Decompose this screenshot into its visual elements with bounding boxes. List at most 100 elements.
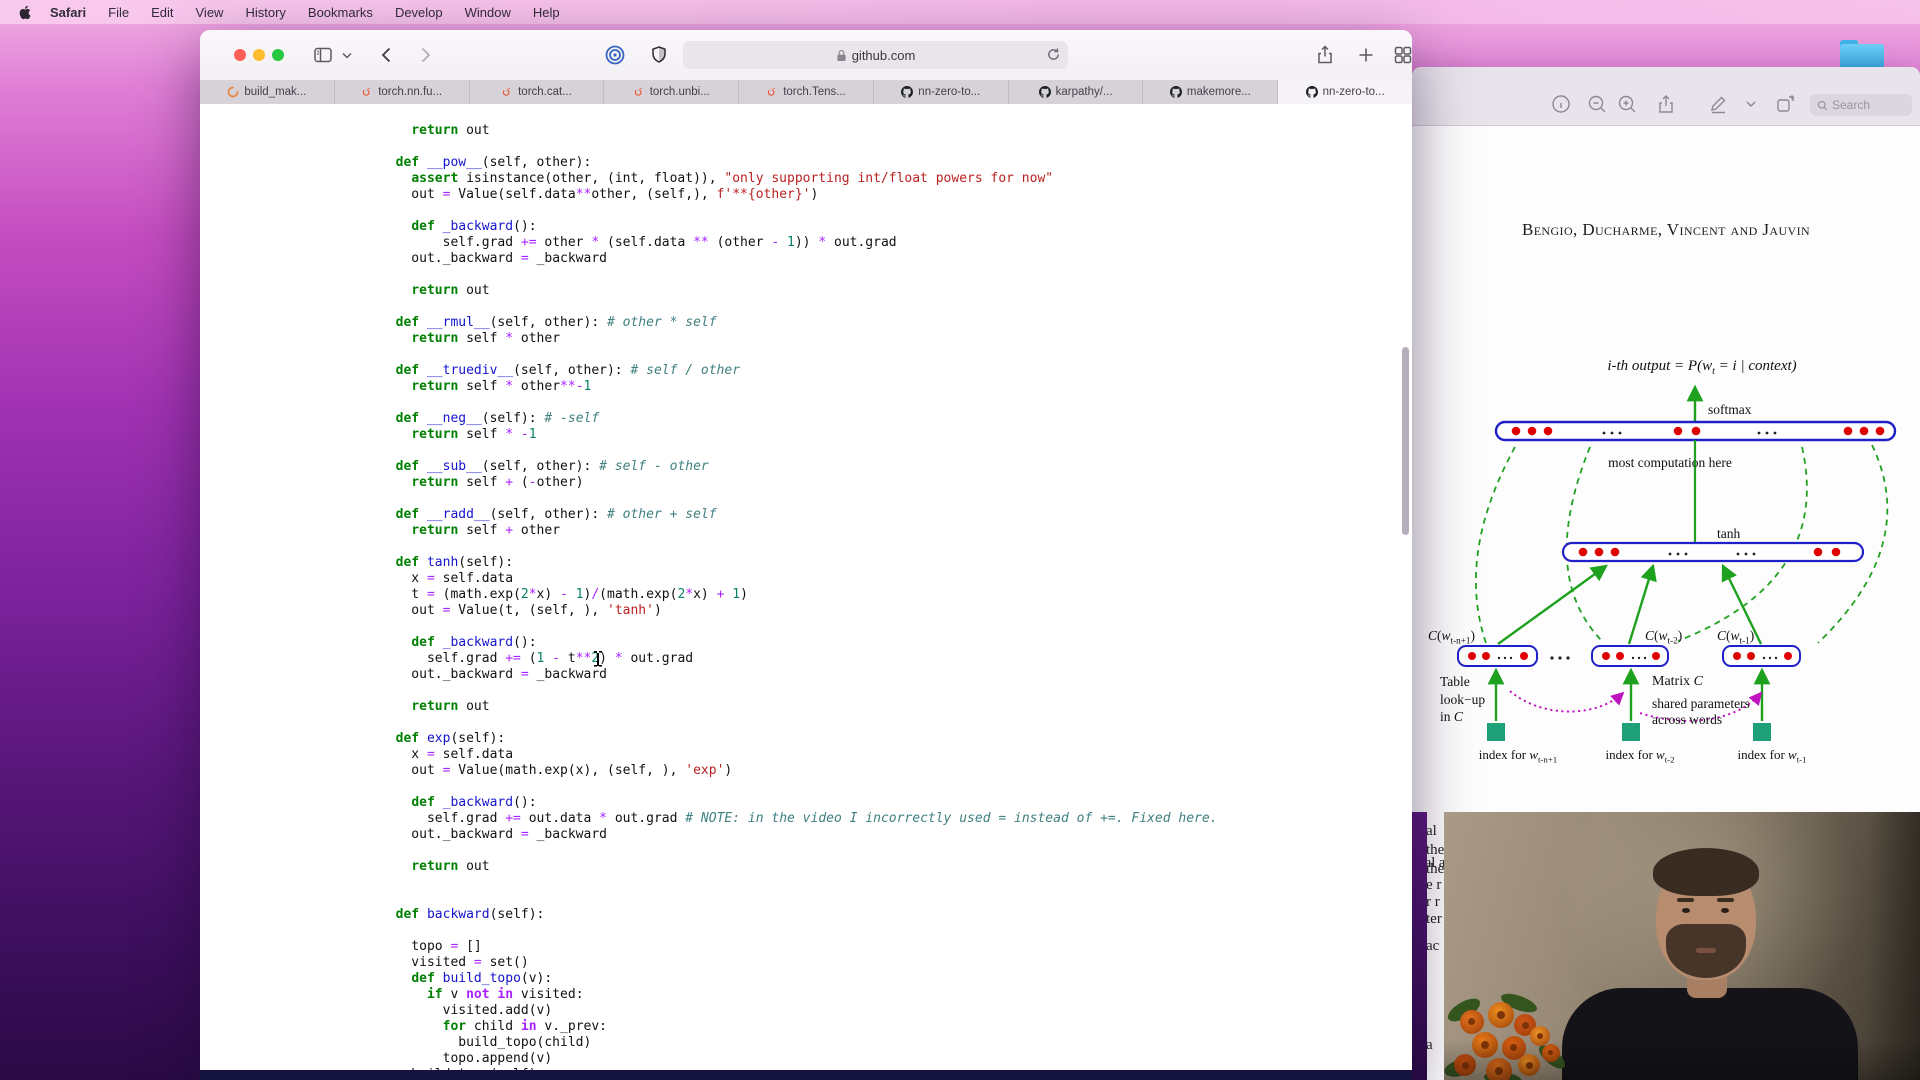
code-line: assert isinstance(other, (int, float)), … bbox=[411, 171, 1054, 186]
softmax-label: softmax bbox=[1708, 402, 1752, 417]
c-label: C(wt-1) bbox=[1717, 628, 1755, 646]
menu-item-view[interactable]: View bbox=[185, 5, 235, 20]
text-fragment: the bbox=[1426, 842, 1445, 858]
nplm-figure: i-th output = P(wt = i | context) softma… bbox=[1420, 125, 1920, 765]
tab-makemore-[interactable]: makemore... bbox=[1143, 80, 1279, 104]
code-line: self.grad += out.data * out.grad # NOTE:… bbox=[380, 811, 1218, 826]
new-tab-icon[interactable] bbox=[1355, 44, 1377, 66]
tab-torch-nn-fu-[interactable]: torch.nn.fu... bbox=[334, 80, 470, 104]
code-line: out._backward = _backward bbox=[380, 827, 607, 842]
share-icon[interactable] bbox=[1314, 44, 1336, 66]
code-line: def _backward(): bbox=[411, 795, 537, 810]
close-button[interactable] bbox=[234, 49, 246, 61]
code-line: x = self.data bbox=[380, 747, 514, 762]
reload-icon[interactable] bbox=[1046, 47, 1061, 62]
menu-item-history[interactable]: History bbox=[234, 5, 296, 20]
text-fragment: a bbox=[1426, 1037, 1433, 1053]
zoom-in-icon[interactable] bbox=[1616, 93, 1638, 115]
person-eye bbox=[1721, 908, 1729, 913]
code-line: def _backward(): bbox=[411, 635, 537, 650]
code-line: def exp(self): bbox=[395, 731, 506, 746]
sidebar-chevron-icon[interactable] bbox=[340, 44, 354, 66]
index-label: index for wt-1 bbox=[1737, 747, 1807, 765]
menu-item-file[interactable]: File bbox=[97, 5, 140, 20]
occluded-text-fragments: al the the e rr r ter ac a bbox=[1426, 812, 1445, 1080]
code-line: def __pow__(self, other): bbox=[395, 155, 592, 170]
c-label: C(wt-2) bbox=[1645, 628, 1683, 646]
text-cursor bbox=[593, 651, 603, 668]
output-label: i-th output = P(wt = i | context) bbox=[1607, 358, 1797, 377]
minimize-button[interactable] bbox=[253, 49, 265, 61]
tab-torch-unbi-[interactable]: torch.unbi... bbox=[604, 80, 740, 104]
flower bbox=[1488, 1002, 1514, 1028]
code-line: return self + other bbox=[411, 523, 561, 538]
zoom-button[interactable] bbox=[272, 49, 284, 61]
code-line: def tanh(self): bbox=[395, 555, 514, 570]
menu-item-help[interactable]: Help bbox=[522, 5, 571, 20]
code-line: build_topo(child) bbox=[380, 1035, 592, 1050]
code-line: def __radd__(self, other): # other + sel… bbox=[395, 507, 717, 522]
zoom-out-icon[interactable] bbox=[1586, 93, 1608, 115]
code-line: def backward(self): bbox=[395, 907, 545, 922]
code-line: return out bbox=[411, 283, 490, 298]
person-eyebrow bbox=[1717, 898, 1734, 902]
text-fragment: ter bbox=[1426, 911, 1442, 927]
markup-chevron-icon[interactable] bbox=[1744, 93, 1758, 115]
sidebar-icon[interactable] bbox=[312, 44, 334, 66]
markup-icon[interactable] bbox=[1707, 93, 1729, 115]
shield-icon[interactable] bbox=[648, 44, 670, 66]
person-mouth bbox=[1696, 948, 1716, 953]
tab-torch-Tens-[interactable]: torch.Tens... bbox=[739, 80, 874, 104]
index-label: index for wt-n+1 bbox=[1478, 747, 1558, 765]
apple-icon[interactable] bbox=[18, 5, 33, 20]
tab-nn-zero-to-[interactable]: nn-zero-to... bbox=[1278, 80, 1412, 104]
browser-toolbar: github.com bbox=[200, 30, 1412, 81]
code-line: x = self.data bbox=[380, 571, 514, 586]
code-line: self.grad += other * (self.data ** (othe… bbox=[380, 235, 897, 250]
tab-karpathy-[interactable]: karpathy/... bbox=[1008, 80, 1144, 104]
webcam-overlay bbox=[1444, 812, 1920, 1080]
info-icon[interactable] bbox=[1550, 93, 1572, 115]
code-line: return out bbox=[411, 859, 490, 874]
scrollbar-thumb[interactable] bbox=[1402, 347, 1409, 535]
menu-item-safari[interactable]: Safari bbox=[39, 5, 97, 20]
tab-nn-zero-to-[interactable]: nn-zero-to... bbox=[873, 80, 1009, 104]
back-button[interactable] bbox=[376, 44, 398, 66]
address-bar[interactable]: github.com bbox=[683, 41, 1068, 69]
menu-item-edit[interactable]: Edit bbox=[140, 5, 184, 20]
nplm-figure-graphics bbox=[1457, 384, 1897, 741]
code-line: out._backward = _backward bbox=[380, 667, 607, 682]
c-label: C(wt-n+1) bbox=[1428, 628, 1475, 646]
pdf-toolbar: Search bbox=[1412, 67, 1920, 126]
code-line: out = Value(t, (self, ), 'tanh') bbox=[380, 603, 662, 618]
code-line: def __rmul__(self, other): # other * sel… bbox=[395, 315, 717, 330]
tab-torch-cat-[interactable]: torch.cat... bbox=[469, 80, 605, 104]
tab-overview-icon[interactable] bbox=[1392, 44, 1412, 66]
desktop: Safari File Edit View History Bookmarks Develo… bbox=[0, 0, 1920, 1080]
tab-bar: build_mak... torch.nn.fu... torch.cat... to… bbox=[200, 80, 1412, 105]
table-lookup-line: in C bbox=[1440, 709, 1463, 724]
code-line: return out bbox=[411, 123, 490, 138]
menu-item-develop[interactable]: Develop bbox=[384, 5, 454, 20]
code-line: def __sub__(self, other): # self - other bbox=[395, 459, 709, 474]
menu-items: Safari File Edit View History Bookmarks Develo… bbox=[39, 5, 571, 20]
code-line: topo = [] bbox=[380, 939, 482, 954]
code-line: t = (math.exp(2*x) - 1)/(math.exp(2*x) +… bbox=[380, 587, 748, 602]
person-eye bbox=[1682, 908, 1690, 913]
pdf-search-field[interactable]: Search bbox=[1810, 94, 1912, 116]
menu-item-bookmarks[interactable]: Bookmarks bbox=[297, 5, 384, 20]
code-line: visited.add(v) bbox=[380, 1003, 553, 1018]
rotate-icon[interactable] bbox=[1774, 93, 1796, 115]
share-icon[interactable] bbox=[1655, 93, 1677, 115]
menu-bar: Safari File Edit View History Bookmarks Develo… bbox=[0, 0, 1920, 24]
forward-button[interactable] bbox=[414, 44, 436, 66]
onepassword-icon[interactable] bbox=[604, 44, 626, 66]
menu-item-window[interactable]: Window bbox=[454, 5, 522, 20]
tab-build-mak-[interactable]: build_mak... bbox=[200, 80, 335, 104]
